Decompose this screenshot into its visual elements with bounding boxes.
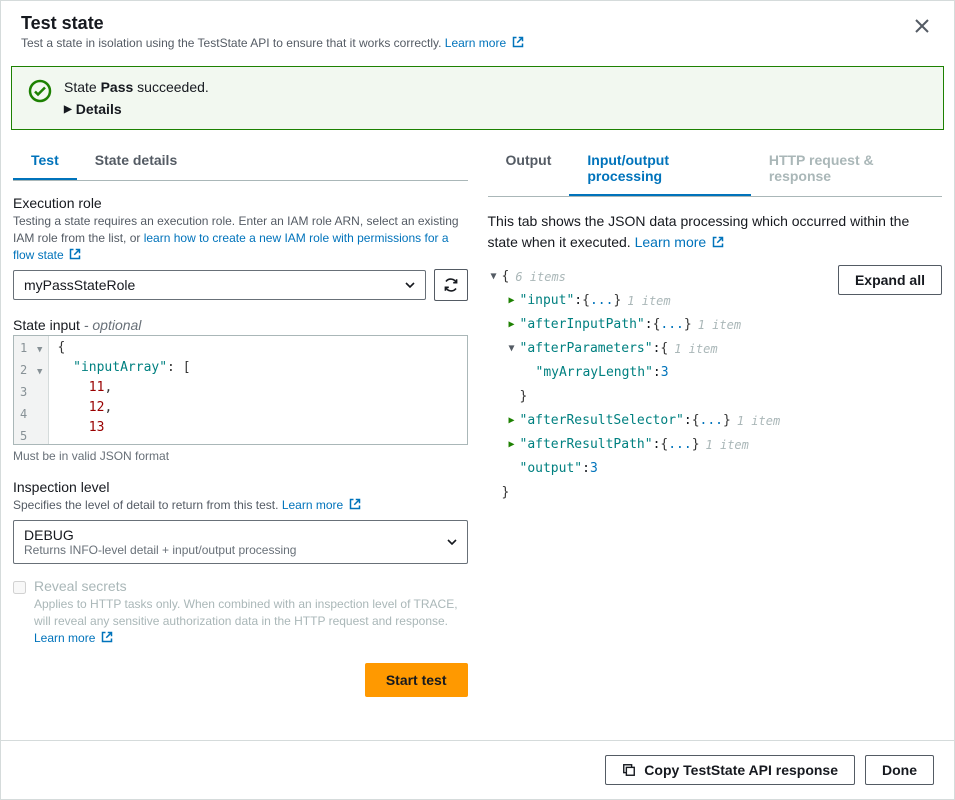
success-check-icon: [28, 79, 52, 103]
json-viewer: ▼ { 6 items ▶ "input" : {...} 1 item ▶ "…: [488, 265, 838, 505]
tab-io-processing[interactable]: Input/output processing: [569, 142, 750, 196]
inspection-value-sub: Returns INFO-level detail + input/output…: [24, 543, 439, 557]
json-node-myarraylength: "myArrayLength" : 3: [488, 361, 838, 385]
tab-http: HTTP request & response: [751, 142, 942, 196]
copy-icon: [622, 763, 636, 777]
reveal-secrets-checkbox: [13, 581, 26, 594]
copy-response-button[interactable]: Copy TestState API response: [605, 755, 855, 785]
external-link-icon: [712, 236, 724, 248]
left-panel: Test State details Execution role Testin…: [1, 142, 480, 740]
json-node-afterinputpath[interactable]: ▶ "afterInputPath" : {...} 1 item: [488, 313, 838, 337]
reveal-secrets-row: Reveal secrets Applies to HTTP tasks onl…: [13, 578, 468, 646]
state-input-editor[interactable]: 1 ▼ 2 ▼ 3 4 5 6 { "inputArray": [ 11, 12…: [13, 335, 468, 445]
left-tabs: Test State details: [13, 142, 468, 181]
json-node-afterparameters[interactable]: ▼ "afterParameters" : { 1 item: [488, 337, 838, 361]
reveal-secrets-label: Reveal secrets: [34, 578, 468, 594]
inspection-value: DEBUG: [24, 527, 439, 543]
json-node-afterresultpath[interactable]: ▶ "afterResultPath" : {...} 1 item: [488, 433, 838, 457]
reveal-secrets-desc: Applies to HTTP tasks only. When combine…: [34, 596, 468, 646]
expand-all-button[interactable]: Expand all: [838, 265, 942, 295]
json-root-close: }: [488, 481, 838, 505]
dialog-header: Test state Test a state in isolation usi…: [1, 1, 954, 58]
inspection-learn-more-link[interactable]: Learn more: [282, 498, 361, 512]
dialog-footer: Copy TestState API response Done: [1, 740, 954, 799]
caret-down-icon[interactable]: ▼: [488, 265, 500, 289]
caret-right-icon[interactable]: ▶: [506, 433, 518, 457]
external-link-icon: [101, 631, 113, 643]
alert-details-toggle[interactable]: ▶ Details: [64, 101, 927, 117]
chevron-down-icon: [405, 282, 415, 288]
exec-role-select[interactable]: myPassStateRole: [13, 270, 426, 300]
dialog-title: Test state: [21, 13, 524, 34]
alert-message: State Pass succeeded.: [64, 79, 927, 95]
tab-output[interactable]: Output: [488, 142, 570, 196]
exec-role-label: Execution role: [13, 195, 468, 211]
tab-state-details[interactable]: State details: [77, 142, 195, 180]
json-node-afterparameters-close: }: [488, 385, 838, 409]
caret-right-icon[interactable]: ▶: [506, 409, 518, 433]
state-input-helper: Must be in valid JSON format: [13, 449, 468, 463]
external-link-icon: [69, 248, 81, 260]
tab-test[interactable]: Test: [13, 142, 77, 180]
exec-role-value: myPassStateRole: [24, 277, 135, 293]
reveal-learn-more-link[interactable]: Learn more: [34, 631, 113, 645]
external-link-icon: [512, 36, 524, 48]
close-button[interactable]: [910, 13, 934, 44]
json-node-afterresultselector[interactable]: ▶ "afterResultSelector" : {...} 1 item: [488, 409, 838, 433]
start-test-button[interactable]: Start test: [365, 663, 468, 697]
state-input-label: State input - optional: [13, 317, 468, 333]
success-alert: State Pass succeeded. ▶ Details: [11, 66, 944, 130]
editor-body: { "inputArray": [ 11, 12, 13: [49, 336, 466, 444]
inspection-desc: Specifies the level of detail to return …: [13, 497, 468, 514]
right-panel-desc: This tab shows the JSON data processing …: [488, 211, 943, 253]
caret-right-icon[interactable]: ▶: [506, 289, 518, 313]
refresh-icon: [443, 277, 459, 293]
editor-gutter: 1 ▼ 2 ▼ 3 4 5 6: [14, 336, 49, 444]
inspection-label: Inspection level: [13, 479, 468, 495]
caret-right-icon[interactable]: ▶: [506, 313, 518, 337]
caret-down-icon[interactable]: ▼: [506, 337, 518, 361]
right-tabs: Output Input/output processing HTTP requ…: [488, 142, 943, 197]
close-icon: [914, 18, 930, 34]
right-panel: Output Input/output processing HTTP requ…: [480, 142, 955, 740]
json-node-output: "output" : 3: [488, 457, 838, 481]
external-link-icon: [349, 498, 361, 510]
learn-more-link-header[interactable]: Learn more: [445, 36, 524, 50]
inspection-level-select[interactable]: DEBUG Returns INFO-level detail + input/…: [13, 520, 468, 564]
dialog-subtitle: Test a state in isolation using the Test…: [21, 36, 524, 50]
right-learn-more-link[interactable]: Learn more: [635, 234, 724, 250]
chevron-down-icon: [447, 539, 457, 545]
caret-right-icon: ▶: [64, 104, 72, 115]
refresh-button[interactable]: [434, 269, 468, 301]
json-node-input[interactable]: ▶ "input" : {...} 1 item: [488, 289, 838, 313]
json-root[interactable]: ▼ { 6 items: [488, 265, 838, 289]
done-button[interactable]: Done: [865, 755, 934, 785]
exec-role-desc: Testing a state requires an execution ro…: [13, 213, 468, 263]
